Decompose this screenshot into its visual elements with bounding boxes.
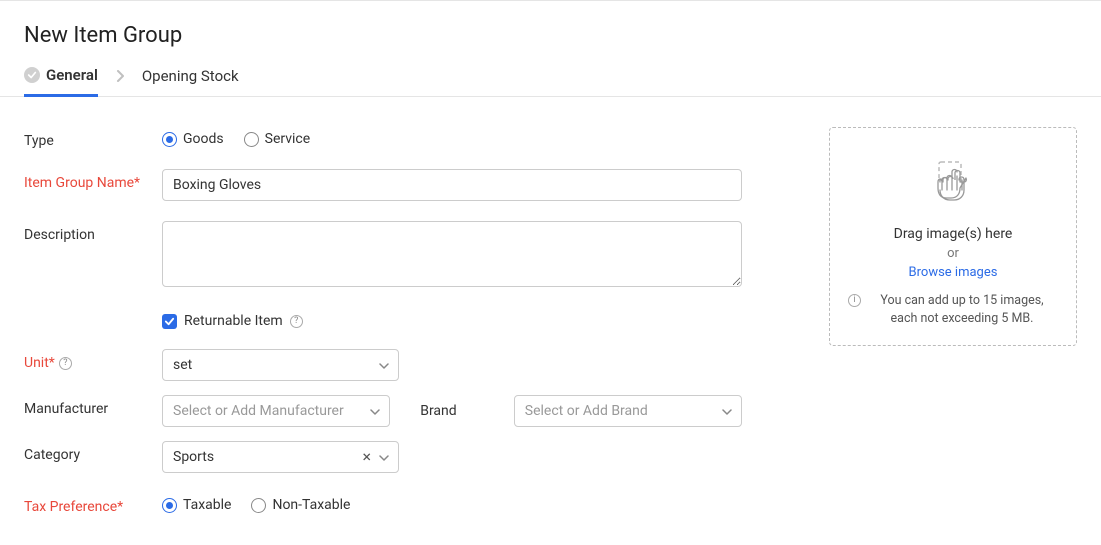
label-tax-preference: Tax Preference* <box>24 493 162 515</box>
radio-taxable[interactable]: Taxable <box>162 497 231 513</box>
info-icon[interactable]: ? <box>59 357 72 370</box>
brand-select[interactable]: Select or Add Brand <box>514 395 742 427</box>
drop-hint: i You can add up to 15 images, each not … <box>848 292 1058 327</box>
radio-non-taxable[interactable]: Non-Taxable <box>251 497 350 513</box>
chevron-right-icon <box>116 70 124 92</box>
drag-hand-icon <box>848 158 1058 208</box>
label-category: Category <box>24 441 162 463</box>
radio-circle-icon <box>251 498 266 513</box>
unit-select[interactable]: set <box>162 349 399 381</box>
tab-opening-stock-label: Opening Stock <box>142 67 239 85</box>
manufacturer-select[interactable]: Select or Add Manufacturer <box>162 395 390 427</box>
tabs-bar: General Opening Stock <box>0 66 1101 97</box>
radio-goods[interactable]: Goods <box>162 131 224 147</box>
label-type: Type <box>24 127 162 149</box>
tab-general-label: General <box>46 66 98 84</box>
page-title: New Item Group <box>0 1 1101 66</box>
radio-goods-label: Goods <box>183 131 224 147</box>
label-brand: Brand <box>420 403 484 419</box>
label-item-group-name: Item Group Name* <box>24 169 162 191</box>
check-circle-icon <box>24 67 40 83</box>
image-dropzone[interactable]: Drag image(s) here or Browse images i Yo… <box>829 127 1077 346</box>
radio-circle-icon <box>162 132 177 147</box>
label-unit: Unit* ? <box>24 349 162 371</box>
tab-general[interactable]: General <box>24 66 98 97</box>
returnable-item-checkbox[interactable] <box>162 314 177 329</box>
radio-service[interactable]: Service <box>244 131 311 147</box>
tab-opening-stock[interactable]: Opening Stock <box>142 67 239 95</box>
drop-text: Drag image(s) here <box>848 226 1058 242</box>
radio-taxable-label: Taxable <box>183 497 231 513</box>
radio-circle-icon <box>244 132 259 147</box>
label-manufacturer: Manufacturer <box>24 395 162 417</box>
form-area: Type Goods Service I <box>24 127 809 535</box>
tax-radio-group: Taxable Non-Taxable <box>162 493 742 513</box>
item-group-name-input[interactable] <box>162 169 742 201</box>
returnable-item-label: Returnable Item <box>184 313 283 329</box>
radio-non-taxable-label: Non-Taxable <box>272 497 350 513</box>
browse-images-link[interactable]: Browse images <box>848 265 1058 280</box>
clear-icon[interactable]: × <box>362 449 371 465</box>
info-icon[interactable]: ? <box>290 315 303 328</box>
label-description: Description <box>24 221 162 243</box>
info-icon: i <box>848 294 861 307</box>
radio-service-label: Service <box>265 131 311 147</box>
description-textarea[interactable] <box>162 221 742 287</box>
radio-circle-icon <box>162 498 177 513</box>
type-radio-group: Goods Service <box>162 127 742 147</box>
drop-or-text: or <box>848 246 1058 261</box>
